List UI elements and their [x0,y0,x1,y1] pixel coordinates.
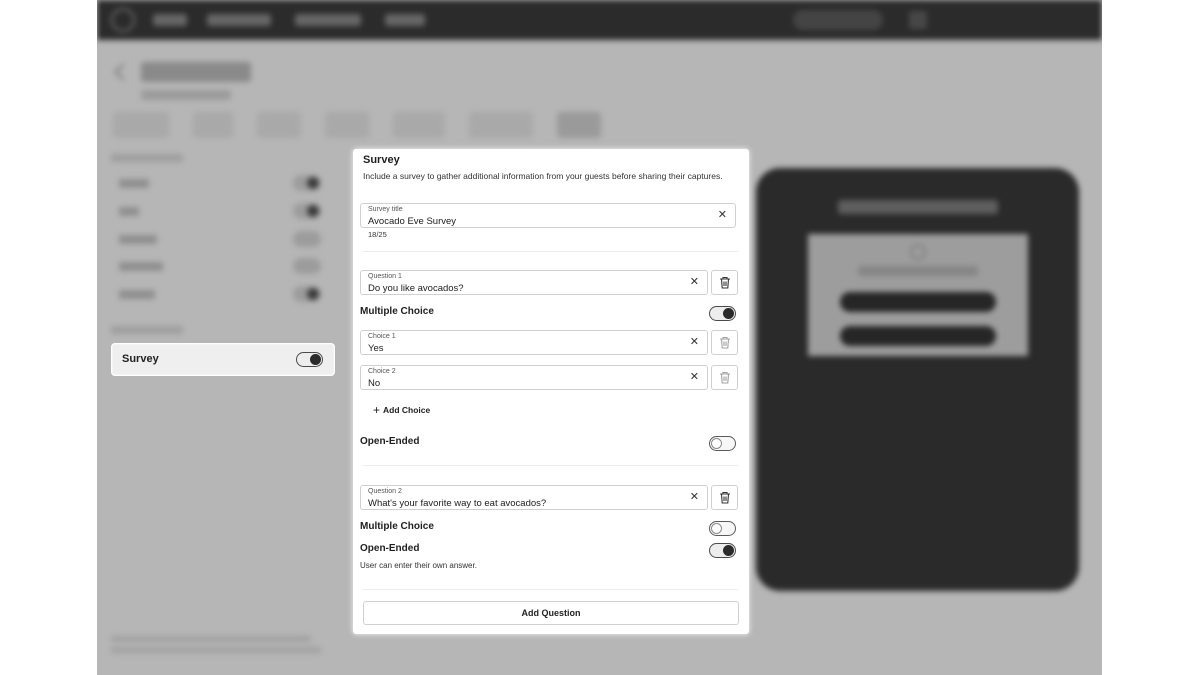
sidebar-item-label: Survey [122,353,159,365]
close-icon[interactable]: ✕ [690,492,699,503]
question-2-field[interactable]: Question 2 What's your favorite way to e… [360,485,708,510]
panel-description: Include a survey to gather additional in… [363,171,723,181]
nav-item[interactable] [385,14,425,26]
close-icon[interactable]: ✕ [690,372,699,383]
plus-icon: + [373,403,381,417]
phone-preview [756,168,1079,591]
close-icon[interactable]: ✕ [718,210,727,221]
field-value[interactable]: Avocado Eve Survey [368,216,456,227]
sidebar-section-label [111,326,183,334]
field-label: Question 1 [368,273,402,280]
tab[interactable] [469,112,533,138]
logo-icon [111,8,135,32]
field-value[interactable]: No [368,378,380,389]
delete-question-1-button[interactable] [711,270,738,295]
delete-question-2-button[interactable] [711,485,738,510]
tab[interactable] [113,112,169,138]
field-value[interactable]: Do you like avocados? [368,283,464,294]
add-question-button[interactable]: Add Question [363,601,739,625]
preview-text [858,266,978,276]
field-label: Survey title [368,206,403,213]
page-title [141,62,251,82]
field-value[interactable]: Yes [368,343,384,354]
tab-bar [113,112,613,138]
choice-2-field[interactable]: Choice 2 No ✕ [360,365,708,390]
preview-icon [910,244,926,260]
multiple-choice-toggle[interactable] [709,521,736,536]
sidebar-footer [111,636,325,658]
trash-icon [720,371,730,384]
sidebar-item[interactable] [111,226,325,252]
field-label: Question 2 [368,488,402,495]
multiple-choice-label: Multiple Choice [360,306,434,317]
sidebar-item[interactable] [111,253,325,279]
page-subtitle [141,90,231,100]
trash-icon [720,276,730,289]
sidebar-item[interactable] [111,170,325,196]
sidebar-item-survey[interactable]: Survey [112,344,334,375]
nav-item[interactable] [207,14,271,26]
survey-panel: Survey Include a survey to gather additi… [353,149,749,634]
survey-title-field[interactable]: Survey title Avocado Eve Survey ✕ [360,203,736,228]
add-choice-label: Add Choice [383,405,431,415]
preview-button [840,292,996,312]
sidebar-section-label [111,154,183,162]
toggle-knob [711,438,722,449]
tab[interactable] [193,112,233,138]
open-ended-toggle[interactable] [709,436,736,451]
question-1-field[interactable]: Question 1 Do you like avocados? ✕ [360,270,708,295]
open-ended-label: Open-Ended [360,436,420,447]
divider [363,251,738,252]
close-icon[interactable]: ✕ [690,277,699,288]
sidebar-item[interactable] [111,281,325,307]
top-navigation-bar [97,0,1102,40]
toggle-knob [723,308,734,319]
toggle-knob [711,523,722,534]
add-choice-button[interactable]: + Add Choice [373,403,430,417]
toggle-knob [310,354,321,365]
character-counter: 18/25 [368,230,387,239]
open-ended-help-text: User can enter their own answer. [360,561,477,570]
tab[interactable] [557,112,601,138]
field-label: Choice 1 [368,333,396,340]
nav-item[interactable] [295,14,361,26]
open-ended-label: Open-Ended [360,543,420,554]
account-button[interactable] [793,10,883,30]
multiple-choice-toggle[interactable] [709,306,736,321]
trash-icon [720,491,730,504]
sidebar-item[interactable] [111,198,325,224]
panel-title: Survey [363,154,400,166]
menu-icon[interactable] [909,11,927,29]
preview-card [808,234,1028,356]
field-label: Choice 2 [368,368,396,375]
back-arrow-icon[interactable] [114,63,132,81]
open-ended-toggle[interactable] [709,543,736,558]
choice-1-field[interactable]: Choice 1 Yes ✕ [360,330,708,355]
preview-title [838,200,998,214]
divider [363,465,738,466]
toggle-knob [723,545,734,556]
tab[interactable] [393,112,445,138]
field-value[interactable]: What's your favorite way to eat avocados… [368,498,546,509]
trash-icon [720,336,730,349]
tab[interactable] [257,112,301,138]
delete-choice-2-button[interactable] [711,365,738,390]
divider [363,589,738,590]
delete-choice-1-button[interactable] [711,330,738,355]
nav-item[interactable] [153,14,187,26]
tab[interactable] [325,112,369,138]
multiple-choice-label: Multiple Choice [360,521,434,532]
close-icon[interactable]: ✕ [690,337,699,348]
preview-button [840,326,996,346]
survey-toggle[interactable] [296,352,323,367]
app-screen: Survey Survey Include a survey to gather… [97,0,1102,675]
